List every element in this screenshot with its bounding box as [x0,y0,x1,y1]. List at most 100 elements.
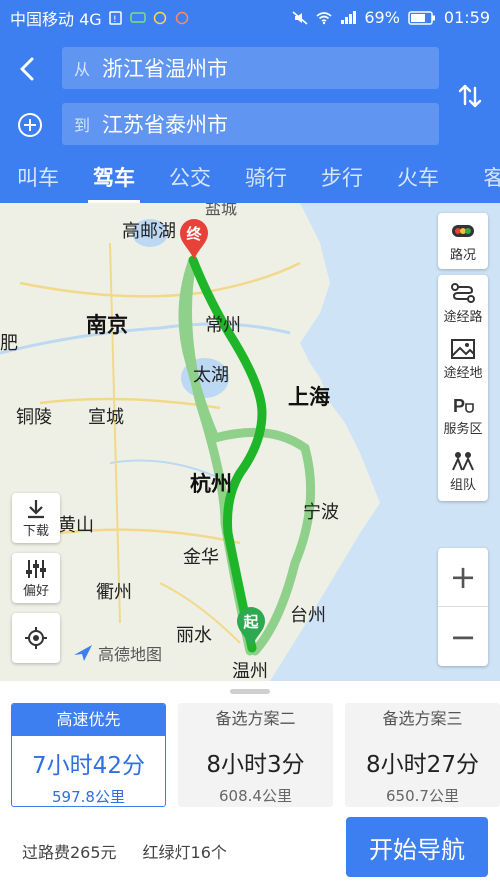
team-label: 组队 [449,477,476,493]
amap-logo-text: 高德地图 [98,645,163,664]
zoom-in-button[interactable]: + [438,548,488,607]
download-icon [28,499,44,518]
destination-field[interactable]: 到 江苏省泰州市 [62,103,439,145]
preference-button[interactable]: 偏好 [12,553,60,603]
battery-icon [408,10,435,25]
toll-info: 过路费265元 [22,843,117,862]
drag-handle[interactable] [230,689,270,694]
city-shanghai: 上海 [288,385,330,409]
origin-prefix: 从 [74,60,91,79]
city-wenzhou: 温州 [232,661,268,681]
tab-coach[interactable]: 客 [456,155,500,203]
signal-icon [341,10,357,24]
plan-header: 高速优先 [12,704,165,736]
city-quzhou: 衢州 [96,582,132,603]
city-nanjing: 南京 [86,313,128,337]
city-fei: 肥 [0,333,18,354]
swap-icon[interactable] [456,82,484,110]
service-area-label: 服务区 [443,421,483,437]
city-lishui: 丽水 [176,625,212,646]
tab-train[interactable]: 火车 [380,155,456,203]
city-jinhua: 金华 [183,547,219,568]
tab-taxi[interactable]: 叫车 [0,155,76,203]
plan-time: 7小时42分 [32,753,145,779]
route-via-icon [451,282,475,303]
traffic-icon [452,224,474,237]
traffic-light-info: 红绿灯16个 [142,843,227,862]
download-button[interactable]: 下载 [12,493,60,543]
clock: 01:59 [443,8,490,27]
map-view[interactable]: 高邮湖 盐城 南京 常州 太湖 上海 肥 铜陵 宣城 杭州 宁波 黄山 金华 衢… [0,203,500,681]
city-taihu: 太湖 [193,365,229,386]
svg-text:!: ! [113,15,117,25]
destination-prefix: 到 [74,116,91,135]
route-info: 过路费265元 红绿灯16个 [22,839,227,863]
plan-header: 备选方案二 [215,709,296,728]
download-label: 下载 [22,523,49,539]
city-changzhou: 常州 [205,315,241,336]
sim-warning-icon: ! [108,10,122,25]
plan-time: 8小时3分 [206,752,305,778]
plan-distance: 608.4公里 [219,787,292,805]
plan-card-1[interactable]: 高速优先 7小时42分 597.8公里 [11,703,166,807]
start-marker[interactable]: 起 [235,605,267,649]
locate-icon [25,627,47,649]
service-area-button[interactable]: P 服务区 [438,387,488,443]
wifi-icon [316,11,332,24]
carrier-label: 中国移动 4G [10,9,102,29]
mute-icon [292,10,308,25]
plan-header: 备选方案三 [382,709,463,728]
plan-distance: 597.8公里 [52,788,125,806]
preference-label: 偏好 [22,583,49,599]
city-xuancheng: 宣城 [88,407,124,428]
team-button[interactable]: 组队 [438,443,488,499]
team-icon [452,451,474,470]
plan-time: 8小时27分 [366,752,479,778]
tab-walk[interactable]: 步行 [304,155,380,203]
route-plans-panel: 高速优先 7小时42分 597.8公里 备选方案二 8小时3分 608.4公里 … [0,681,500,889]
waypoint-icon [451,338,475,359]
back-icon[interactable] [14,55,42,83]
add-waypoint-icon[interactable] [16,111,44,139]
app-notification-icon [153,11,166,24]
zoom-control: + − [438,548,488,666]
message-icon [129,11,146,23]
city-ningbo: 宁波 [303,502,339,523]
preference-icon [26,559,46,578]
traffic-panel: 路况 [438,213,488,269]
locate-button[interactable] [12,613,60,663]
route-via-label: 途经路 [443,309,483,325]
end-marker-label: 终 [186,225,202,243]
tab-bus[interactable]: 公交 [152,155,228,203]
traffic-label: 路况 [449,247,476,263]
origin-field[interactable]: 从 浙江省温州市 [62,47,439,89]
status-bar: 中国移动 4G ! 69% 01:59 [0,0,500,35]
transport-tabs: 叫车 驾车 公交 骑行 步行 火车 客 [0,155,500,203]
tab-drive[interactable]: 驾车 [76,155,152,203]
waypoint-button[interactable]: 途经地 [438,331,488,387]
start-marker-label: 起 [243,613,259,631]
start-navigation-button[interactable]: 开始导航 [346,817,488,877]
city-huangshan: 黄山 [58,515,94,536]
smiley-notification-icon [175,11,188,24]
zoom-out-button[interactable]: − [438,607,488,666]
svg-text:P: P [453,396,465,416]
city-gaoyouhu: 高邮湖 [122,221,176,242]
origin-value: 浙江省温州市 [102,57,228,81]
battery-percent: 69% [364,8,400,27]
waypoint-label: 途经地 [443,365,483,381]
city-hangzhou: 杭州 [190,472,232,496]
traffic-button[interactable]: 路况 [438,213,488,269]
city-taizhou: 台州 [290,605,326,626]
service-area-icon: P [453,396,474,416]
end-marker[interactable]: 终 [178,217,210,261]
plan-card-3[interactable]: 备选方案三 8小时27分 650.7公里 [345,703,500,807]
destination-value: 江苏省泰州市 [102,113,228,137]
plan-distance: 650.7公里 [386,787,459,805]
plan-card-2[interactable]: 备选方案二 8小时3分 608.4公里 [178,703,333,807]
tab-bike[interactable]: 骑行 [228,155,304,203]
route-via-button[interactable]: 途经路 [438,275,488,331]
amap-logo-icon [74,645,92,661]
city-tongling: 铜陵 [16,407,52,428]
route-header: 从 浙江省温州市 到 江苏省泰州市 叫车 驾车 公交 骑行 步行 火车 客 [0,35,500,203]
